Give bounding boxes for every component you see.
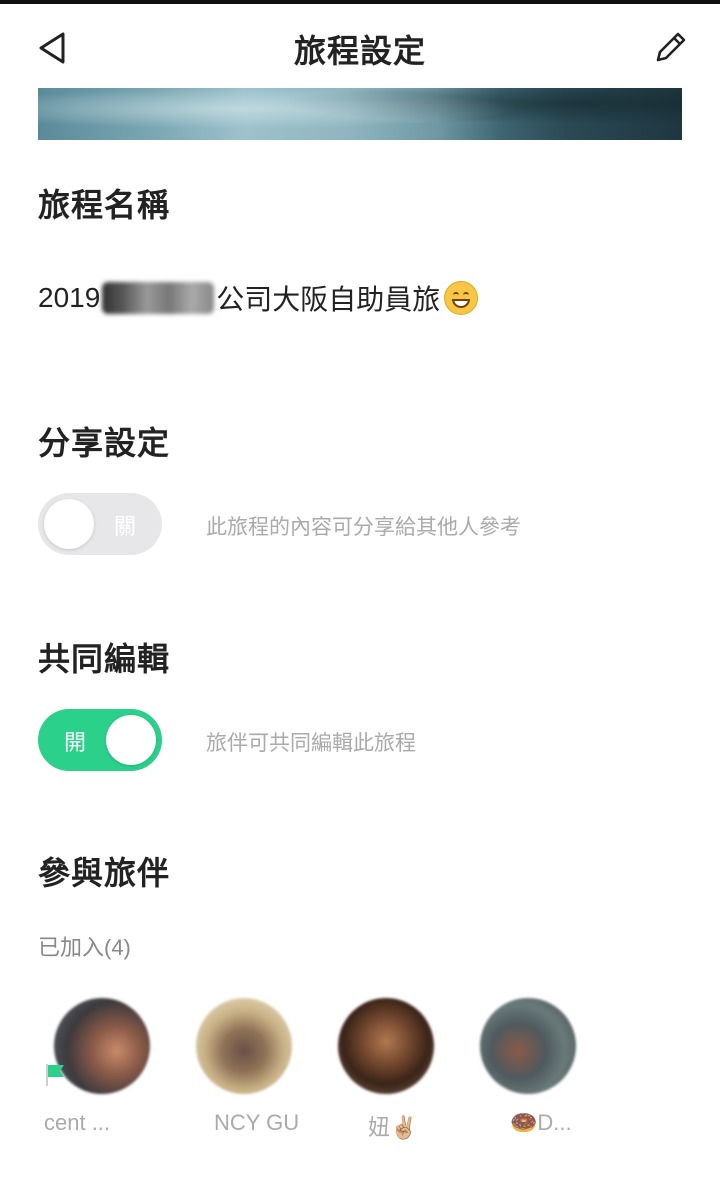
companion-item[interactable] — [50, 998, 160, 1094]
companions-heading: 參與旅伴 — [38, 855, 171, 891]
companion-item[interactable] — [192, 998, 302, 1094]
trip-cover-image — [38, 88, 682, 140]
companion-name: cent ... — [44, 1110, 111, 1135]
companion-item[interactable] — [476, 998, 586, 1094]
share-toggle-label: 關 — [113, 514, 136, 539]
trip-name-suffix: 公司大阪自助員旅 — [216, 284, 441, 315]
redacted-text — [102, 282, 215, 314]
header: 旅程設定 — [0, 4, 720, 88]
pencil-icon — [656, 32, 686, 62]
share-settings-heading: 分享設定 — [38, 425, 171, 461]
trip-name-value[interactable]: 2019 公司大阪自助員旅 — [38, 278, 479, 318]
companion-name: 妞✌🏼 — [368, 1115, 418, 1140]
trip-name-prefix: 2019 — [38, 282, 101, 313]
avatar — [54, 998, 150, 1094]
companion-item[interactable] — [334, 998, 444, 1094]
avatar — [480, 998, 576, 1094]
avatar — [338, 998, 434, 1094]
edit-button[interactable] — [646, 24, 694, 72]
page-title: 旅程設定 — [293, 33, 426, 69]
share-toggle[interactable]: 關 — [38, 493, 162, 555]
coedit-toggle-label: 開 — [64, 730, 87, 755]
coedit-heading: 共同編輯 — [38, 641, 171, 677]
coedit-description: 旅伴可共同編輯此旅程 — [206, 732, 416, 755]
companion-name: NCY GU — [214, 1110, 300, 1135]
companion-name: 🍩D... — [510, 1110, 572, 1135]
owner-flag-icon — [46, 1064, 64, 1086]
avatar — [196, 998, 292, 1094]
coedit-toggle[interactable]: 開 — [38, 709, 162, 771]
share-description: 此旅程的內容可分享給其他人參考 — [206, 516, 521, 539]
trip-name-heading: 旅程名稱 — [38, 187, 171, 223]
grinning-face-emoji — [444, 281, 479, 315]
toggle-knob — [106, 715, 156, 765]
joined-count: 已加入(4) — [38, 935, 131, 960]
toggle-knob — [44, 499, 94, 549]
